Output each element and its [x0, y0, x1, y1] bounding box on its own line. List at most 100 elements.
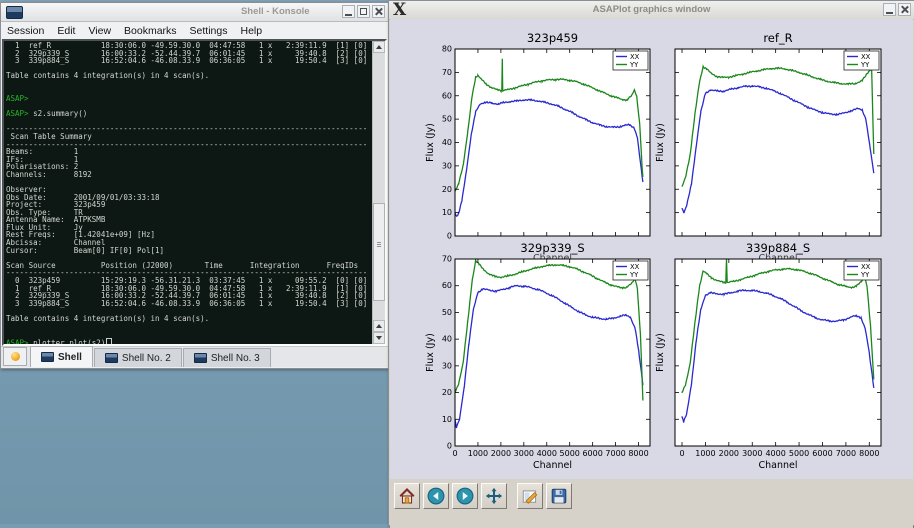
svg-text:Channel: Channel [758, 460, 797, 471]
save-button[interactable] [546, 483, 572, 509]
svg-text:XX: XX [630, 263, 640, 271]
minimize-button[interactable] [342, 5, 355, 18]
home-icon [398, 487, 416, 505]
configure-subplots-button[interactable] [517, 483, 543, 509]
svg-text:2000: 2000 [491, 449, 511, 458]
scroll-up-button[interactable] [373, 41, 385, 53]
subplots-figure: 01020304050607080323p459Flux (Jy)Channel… [390, 19, 913, 479]
svg-text:7000: 7000 [836, 449, 856, 458]
svg-text:XX: XX [861, 53, 871, 61]
svg-text:XX: XX [861, 263, 871, 271]
svg-text:1000: 1000 [468, 449, 488, 458]
new-session-button[interactable] [3, 347, 27, 366]
minimize-icon [886, 12, 893, 14]
pan-button[interactable] [481, 483, 507, 509]
asaplot-window: X ASAPlot graphics window 0 10 20 30 40 50 60 7… [388, 0, 914, 526]
svg-text:20: 20 [442, 388, 452, 397]
svg-text:ref_R: ref_R [763, 31, 792, 45]
svg-text:1000: 1000 [695, 449, 715, 458]
svg-text:10: 10 [442, 208, 452, 217]
forward-icon [456, 487, 474, 505]
tab-shell-2[interactable]: Shell No. 2 [94, 348, 182, 367]
tab-shell[interactable]: Shell [30, 346, 93, 367]
svg-text:40: 40 [442, 138, 452, 147]
close-button[interactable] [372, 5, 385, 18]
x11-app-icon: X [393, 2, 406, 19]
menu-help[interactable]: Help [241, 25, 263, 37]
konsole-titlebar[interactable]: Shell - Konsole [1, 3, 388, 22]
maximize-icon [360, 8, 367, 15]
terminal-frame: 1 ref_R 18:30:06.0 -49.59.30.0 04:47:58 … [2, 39, 387, 346]
konsole-window: Shell - Konsole Session Edit View Bookma… [0, 2, 389, 369]
maximize-button[interactable] [357, 5, 370, 18]
close-button[interactable] [898, 3, 911, 16]
save-icon [550, 487, 568, 505]
svg-text:XX: XX [630, 53, 640, 61]
asaplot-window-title: ASAPlot graphics window [389, 4, 914, 15]
svg-text:339p884_S: 339p884_S [746, 241, 810, 255]
svg-text:6000: 6000 [812, 449, 832, 458]
terminal-icon [194, 353, 207, 363]
svg-text:30: 30 [442, 361, 452, 370]
svg-text:323p459: 323p459 [527, 31, 578, 45]
svg-text:8000: 8000 [628, 449, 648, 458]
svg-text:20: 20 [442, 185, 452, 194]
konsole-menubar: Session Edit View Bookmarks Settings Hel… [1, 22, 388, 39]
back-icon [427, 487, 445, 505]
menu-settings[interactable]: Settings [190, 25, 228, 37]
scroll-down-button[interactable] [373, 332, 385, 344]
svg-text:60: 60 [442, 91, 452, 100]
asaplot-titlebar[interactable]: X ASAPlot graphics window [389, 1, 914, 20]
konsole-window-title: Shell - Konsole [241, 6, 310, 17]
svg-text:Flux (Jy): Flux (Jy) [425, 333, 436, 372]
menu-edit[interactable]: Edit [57, 25, 75, 37]
svg-text:Flux (Jy): Flux (Jy) [655, 123, 666, 162]
svg-text:2000: 2000 [719, 449, 739, 458]
svg-text:YY: YY [860, 61, 870, 69]
terminal-scrollbar [372, 41, 385, 344]
svg-text:7000: 7000 [605, 449, 625, 458]
svg-text:3000: 3000 [514, 449, 534, 458]
svg-text:70: 70 [442, 255, 452, 264]
svg-text:70: 70 [442, 68, 452, 77]
forward-button[interactable] [452, 483, 478, 509]
svg-text:3000: 3000 [742, 449, 762, 458]
svg-text:YY: YY [629, 61, 639, 69]
tab-label: Shell No. 3 [211, 353, 260, 364]
home-button[interactable] [394, 483, 420, 509]
svg-text:329p339_S: 329p339_S [520, 241, 584, 255]
svg-text:50: 50 [442, 308, 452, 317]
svg-text:YY: YY [860, 271, 870, 279]
svg-text:40: 40 [442, 335, 452, 344]
tab-shell-3[interactable]: Shell No. 3 [183, 348, 271, 367]
tab-label: Shell [58, 352, 82, 363]
svg-text:10: 10 [442, 415, 452, 424]
configure-subplots-icon [521, 487, 539, 505]
scrollbar-track[interactable] [373, 53, 385, 320]
svg-text:30: 30 [442, 161, 452, 170]
svg-text:0: 0 [447, 232, 452, 241]
close-icon [374, 7, 383, 16]
svg-text:0: 0 [447, 442, 452, 451]
svg-text:Flux (Jy): Flux (Jy) [425, 123, 436, 162]
menu-bookmarks[interactable]: Bookmarks [124, 25, 177, 37]
menu-view[interactable]: View [88, 25, 111, 37]
menu-session[interactable]: Session [7, 25, 44, 37]
scrollbar-thumb[interactable] [373, 203, 385, 302]
close-icon [900, 5, 909, 14]
tab-label: Shell No. 2 [122, 353, 171, 364]
svg-text:5000: 5000 [789, 449, 809, 458]
minimize-button[interactable] [883, 3, 896, 16]
svg-text:Channel: Channel [533, 460, 572, 471]
figure-canvas: 01020304050607080323p459Flux (Jy)Channel… [390, 19, 913, 479]
svg-text:YY: YY [629, 271, 639, 279]
scroll-up-button-bottom[interactable] [373, 320, 385, 332]
terminal-output[interactable]: 1 ref_R 18:30:06.0 -49.59.30.0 04:47:58 … [4, 41, 372, 344]
terminal-icon [105, 353, 118, 363]
svg-text:5000: 5000 [560, 449, 580, 458]
minimize-icon [345, 14, 352, 16]
svg-text:Flux (Jy): Flux (Jy) [655, 333, 666, 372]
svg-text:60: 60 [442, 281, 452, 290]
terminal-icon [41, 352, 54, 362]
back-button[interactable] [423, 483, 449, 509]
